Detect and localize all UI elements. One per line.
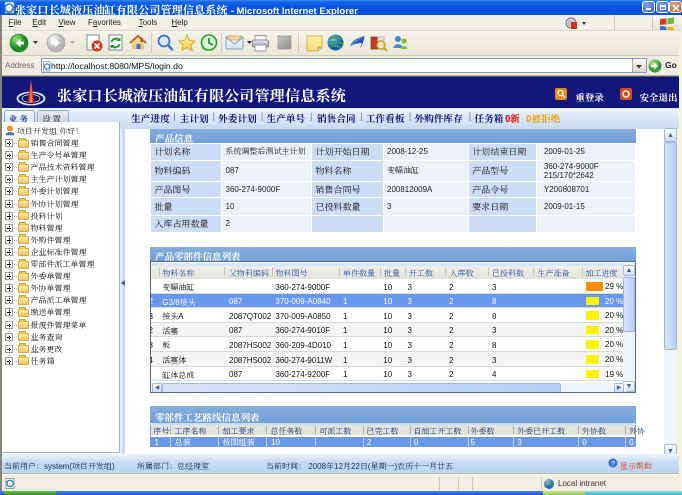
svg-text:?: ?	[611, 461, 615, 468]
